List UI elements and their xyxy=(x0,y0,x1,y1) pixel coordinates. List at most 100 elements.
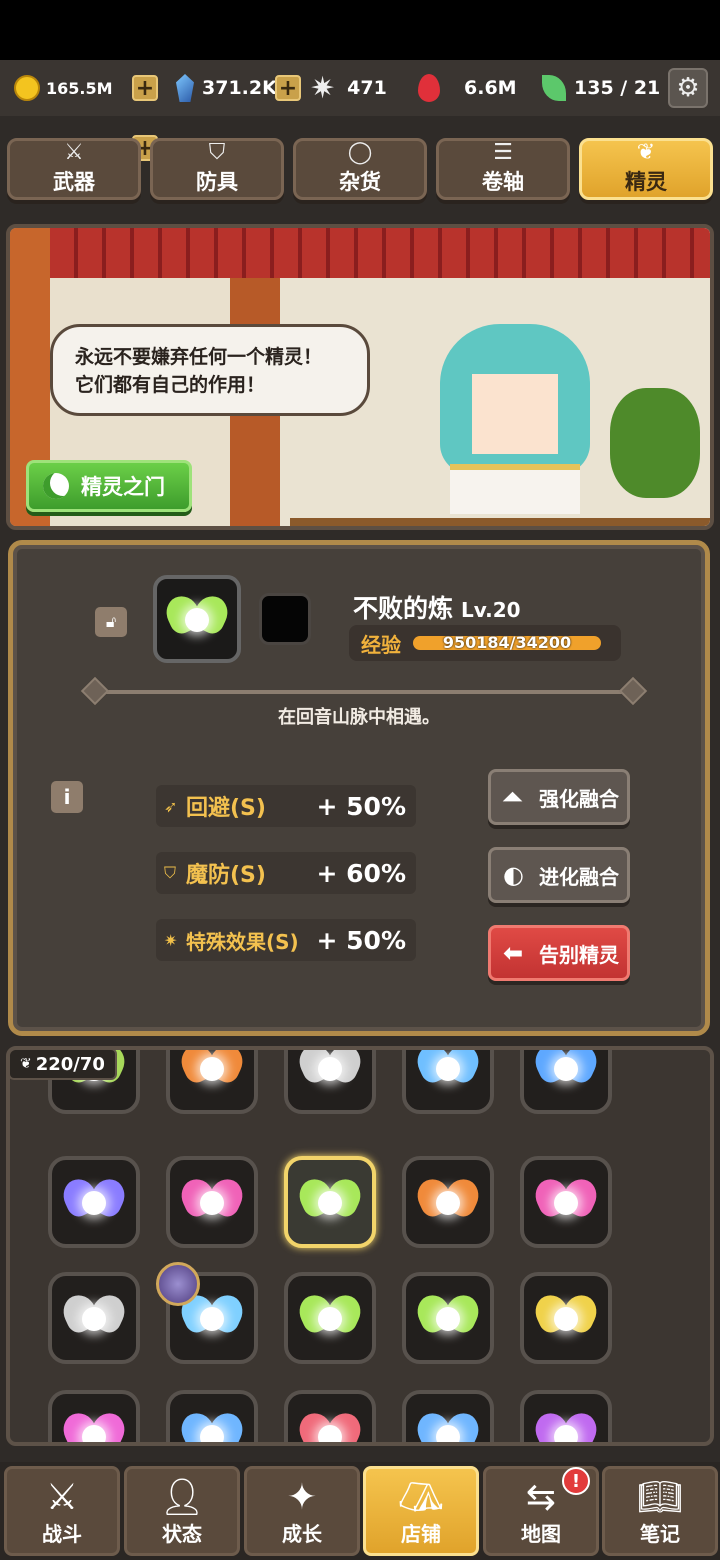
shopkeeper-body xyxy=(450,464,580,514)
stat-value: + 50% xyxy=(316,791,407,821)
divider-diamond-right xyxy=(618,676,648,706)
spirit-slot[interactable] xyxy=(402,1390,494,1442)
add-gem-button[interactable]: + xyxy=(275,75,301,101)
spirit-slot[interactable] xyxy=(284,1390,376,1442)
special-effect-icon: ✷ xyxy=(164,930,178,950)
tab-label: 防具 xyxy=(196,170,238,194)
stat-row-dodge: ➶ 回避(S) + 50% xyxy=(156,785,416,827)
spirit-slot[interactable] xyxy=(520,1050,612,1114)
tab-goods[interactable]: ◯ 杂货 xyxy=(293,138,427,200)
tab-scroll[interactable]: ☰ 卷轴 xyxy=(436,138,570,200)
tab-label: 卷轴 xyxy=(482,170,524,194)
moon-icon: ◐ xyxy=(503,861,524,889)
settings-button[interactable]: ⚙ xyxy=(668,68,708,108)
tab-weapon[interactable]: ⚔ 武器 xyxy=(7,138,141,200)
spirit-wisp-icon xyxy=(57,1289,131,1345)
spirit-wisp-icon xyxy=(293,1289,367,1345)
plant-decoration xyxy=(610,388,700,498)
spirit-slot[interactable] xyxy=(402,1272,494,1364)
spirit-wisp-icon xyxy=(529,1050,603,1095)
spirit-slot[interactable] xyxy=(48,1390,140,1442)
spirit-wisp-icon xyxy=(175,1050,249,1095)
nav-notes[interactable]: 📖︎ 笔记 xyxy=(602,1466,718,1556)
star-value: 471 xyxy=(347,77,387,99)
gold-coin-icon xyxy=(14,75,40,101)
nav-status[interactable]: 👤︎ 状态 xyxy=(124,1466,240,1556)
gem-counter: 371.2K xyxy=(176,70,277,106)
exp-bar: 950184/34200 xyxy=(413,636,601,650)
enhance-fusion-button[interactable]: ⏶ 强化融合 xyxy=(488,769,630,825)
fire-icon xyxy=(418,74,440,102)
spirit-wisp-icon xyxy=(529,1173,603,1229)
book-icon: 📖︎ xyxy=(637,1477,683,1518)
spirit-portrait[interactable] xyxy=(153,575,241,663)
ring-icon: ◯ xyxy=(347,140,373,165)
inventory-count: ❦ 220/70 xyxy=(10,1050,117,1080)
resource-bar: 165.5M + 371.2K ✷ 471 6.6M 135 / 21 ⚙ xyxy=(0,60,720,161)
spirit-slot[interactable] xyxy=(520,1156,612,1248)
energy-value: 135 / 21 xyxy=(574,77,661,99)
unlock-icon: 🔓︎ xyxy=(105,612,117,631)
spirit-wisp-icon xyxy=(293,1407,367,1442)
spirit-slot[interactable] xyxy=(166,1050,258,1114)
nav-label: 笔记 xyxy=(640,1522,680,1546)
spirit-slot[interactable] xyxy=(48,1156,140,1248)
tab-label: 精灵 xyxy=(625,170,667,194)
info-button[interactable]: i xyxy=(51,781,83,813)
spirit-slot[interactable] xyxy=(520,1390,612,1442)
spirit-wisp-icon xyxy=(160,590,234,646)
signpost-icon: ⇆ xyxy=(525,1477,557,1518)
empty-fusion-slot[interactable] xyxy=(259,593,311,645)
shopkeeper-face xyxy=(472,374,558,454)
spirit-description: 在回音山脉中相遇。 xyxy=(278,707,440,728)
spirit-slot[interactable] xyxy=(284,1272,376,1364)
spirit-gate-button[interactable]: 精灵之门 xyxy=(26,460,192,512)
lock-toggle-button[interactable]: 🔓︎ xyxy=(95,607,127,637)
spirit-slot[interactable] xyxy=(402,1050,494,1114)
divider-diamond-left xyxy=(80,676,110,706)
stat-value: + 50% xyxy=(316,925,407,955)
evolve-fusion-button[interactable]: ◐ 进化融合 xyxy=(488,847,630,903)
tab-label: 武器 xyxy=(53,170,95,194)
shop-shelf xyxy=(290,518,710,526)
exp-box: 经验 950184/34200 xyxy=(349,625,621,661)
spirit-slot[interactable] xyxy=(166,1156,258,1248)
spirit-slot[interactable] xyxy=(48,1272,140,1364)
nav-label: 地图 xyxy=(521,1522,561,1546)
add-gold-button[interactable]: + xyxy=(132,75,158,101)
nav-map[interactable]: ⇆ 地图 ! xyxy=(483,1466,599,1556)
farewell-spirit-button[interactable]: ⬅ 告别精灵 xyxy=(488,925,630,981)
spirit-wisp-icon xyxy=(411,1173,485,1229)
nav-growth[interactable]: ✦ 成长 xyxy=(244,1466,360,1556)
spirit-wisp-icon xyxy=(411,1407,485,1442)
shop-awning xyxy=(50,228,710,278)
spirit-slot[interactable] xyxy=(166,1390,258,1442)
exp-value: 950184/34200 xyxy=(442,636,572,650)
tent-icon: ⛺︎ xyxy=(398,1477,444,1518)
map-alert-badge: ! xyxy=(562,1467,590,1495)
divider-line xyxy=(93,690,633,694)
fire-value: 6.6M xyxy=(464,77,517,99)
nav-label: 战斗 xyxy=(42,1522,82,1546)
spirit-wisp-icon xyxy=(175,1173,249,1229)
spirit-slot[interactable] xyxy=(284,1050,376,1114)
spirit-name-text: 不败的炼 xyxy=(353,594,454,623)
spirit-slot[interactable] xyxy=(402,1156,494,1248)
spirit-slot[interactable] xyxy=(284,1156,376,1248)
evolve-label: 进化融合 xyxy=(539,864,619,889)
nav-battle[interactable]: ⚔ 战斗 xyxy=(4,1466,120,1556)
shield-icon: ⛉ xyxy=(208,140,226,165)
moon-icon xyxy=(43,473,69,499)
stat-row-magic-defense: ⛉ 魔防(S) + 60% xyxy=(156,852,416,894)
tab-spirit[interactable]: ❦ 精灵 xyxy=(579,138,713,200)
gem-icon xyxy=(176,74,194,102)
magic-defense-icon: ⛉ xyxy=(164,863,177,882)
nav-label: 店铺 xyxy=(401,1522,441,1546)
spirit-level: Lv.20 xyxy=(461,598,521,622)
nav-shop[interactable]: ⛺︎ 店铺 xyxy=(363,1466,479,1556)
tab-armor[interactable]: ⛉ 防具 xyxy=(150,138,284,200)
spirit-slot[interactable] xyxy=(520,1272,612,1364)
speech-bubble: 永远不要嫌弃任何一个精灵！ 它们都有自己的作用！ xyxy=(50,324,370,416)
enhance-label: 强化融合 xyxy=(539,786,619,811)
chevron-up-icon: ⏶ xyxy=(503,783,523,811)
